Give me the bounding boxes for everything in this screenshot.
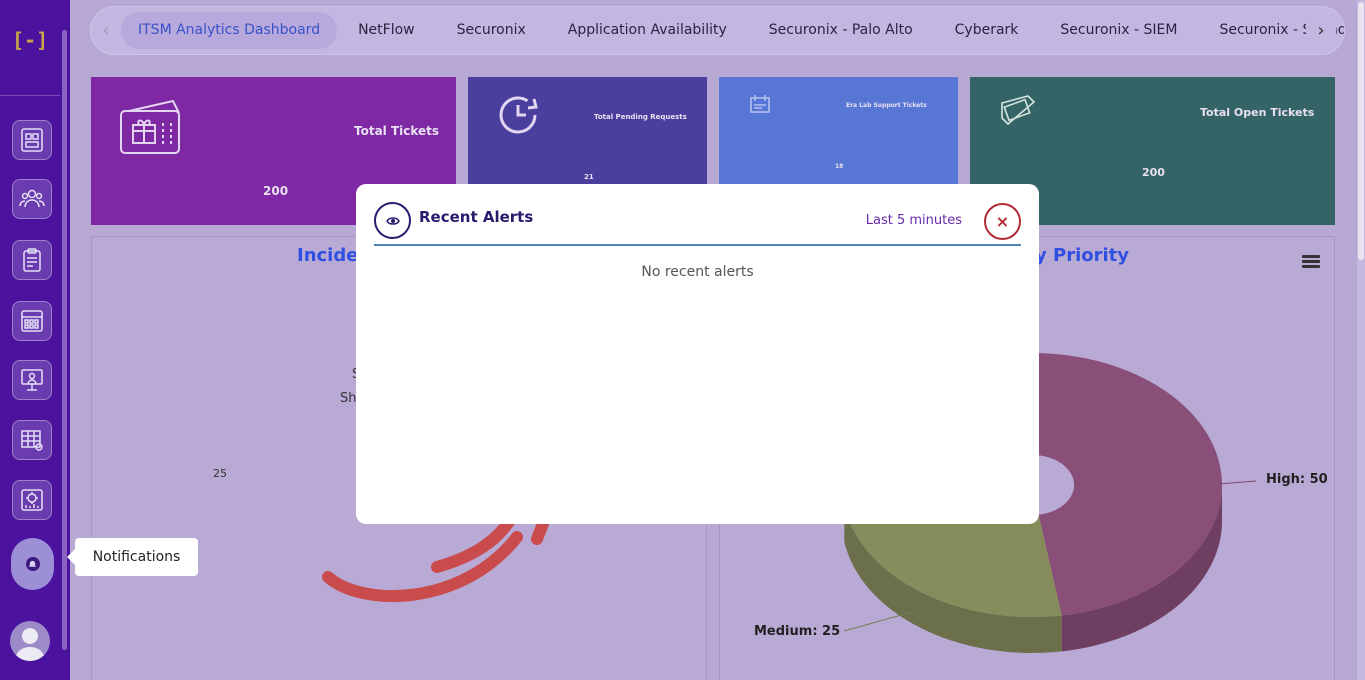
calendar-grid-icon (21, 310, 43, 332)
label-line-medium (843, 611, 913, 632)
notifications-tooltip: Notifications (67, 538, 198, 576)
ticket-board-icon (21, 128, 43, 152)
gear-chart-icon (21, 489, 43, 511)
card-value: 18 (835, 163, 844, 170)
recent-alerts-modal: Recent Alerts Last 5 minutes × No recent… (356, 184, 1039, 524)
modal-header: Recent Alerts Last 5 minutes × (374, 202, 1021, 246)
card-value: 21 (584, 173, 594, 181)
sidebar-item-calendar[interactable] (12, 301, 52, 341)
card-title: Era Lab Support Tickets (846, 102, 927, 109)
support-ticket-icon (750, 95, 770, 113)
sidebar-item-tables[interactable] (12, 420, 52, 460)
chart-label: Sh (340, 391, 357, 406)
ticket-icon (1001, 95, 1036, 126)
pie-label-medium: Medium: 25 (754, 624, 841, 639)
close-button[interactable]: × (984, 203, 1021, 240)
card-title: Total Tickets (354, 124, 440, 138)
empty-state: No recent alerts (641, 264, 754, 280)
tab-next-icon[interactable]: › (1306, 20, 1336, 41)
clipboard-icon (23, 248, 41, 272)
tab-securonix-siem[interactable]: Securonix - SIEM (1039, 12, 1198, 49)
label-line-high (1217, 480, 1257, 485)
tab-securonix[interactable]: Securonix (436, 12, 547, 49)
tab-prev-icon[interactable]: ‹ (91, 20, 121, 41)
eye-icon[interactable] (374, 202, 411, 239)
card-title: Total Pending Requests (594, 113, 687, 121)
page-scrollbar[interactable] (1357, 0, 1365, 680)
ticket-gift-icon (120, 99, 180, 154)
dashboard-tab-bar: ‹ ITSM Analytics Dashboard NetFlow Secur… (90, 6, 1345, 55)
time-range-label[interactable]: Last 5 minutes (866, 213, 962, 228)
tab-cyberark[interactable]: Cyberark (934, 12, 1040, 49)
table-grid-icon (21, 430, 43, 451)
monitor-user-icon (21, 369, 43, 391)
sidebar-item-tickets[interactable] (12, 120, 52, 160)
app-logo[interactable]: [-] (12, 26, 48, 54)
sidebar-item-notifications[interactable] (11, 538, 54, 590)
sidebar-item-monitoring[interactable] (12, 360, 52, 400)
bell-icon (25, 557, 40, 571)
sidebar-item-settings[interactable] (12, 480, 52, 520)
axis-value: 25 (213, 467, 227, 480)
sidebar-item-reports[interactable] (12, 240, 52, 280)
avatar[interactable] (10, 621, 50, 661)
sidebar: [-] (0, 0, 70, 680)
pie-label-high: High: 50 (1266, 472, 1328, 487)
tab-netflow[interactable]: NetFlow (337, 12, 436, 49)
card-value: 200 (263, 184, 289, 198)
user-group-icon (19, 189, 45, 208)
card-title: Total Open Tickets (1200, 106, 1315, 119)
card-value: 200 (1142, 166, 1165, 179)
tab-application-availability[interactable]: Application Availability (547, 12, 748, 49)
modal-title: Recent Alerts (419, 208, 534, 226)
tab-itsm-analytics[interactable]: ITSM Analytics Dashboard (121, 12, 338, 49)
page-scrollbar-thumb[interactable] (1358, 2, 1364, 260)
clock-refresh-icon (499, 96, 538, 134)
sidebar-divider (0, 95, 60, 96)
sidebar-item-users[interactable] (12, 179, 52, 219)
tab-securonix-palo-alto[interactable]: Securonix - Palo Alto (748, 12, 934, 49)
